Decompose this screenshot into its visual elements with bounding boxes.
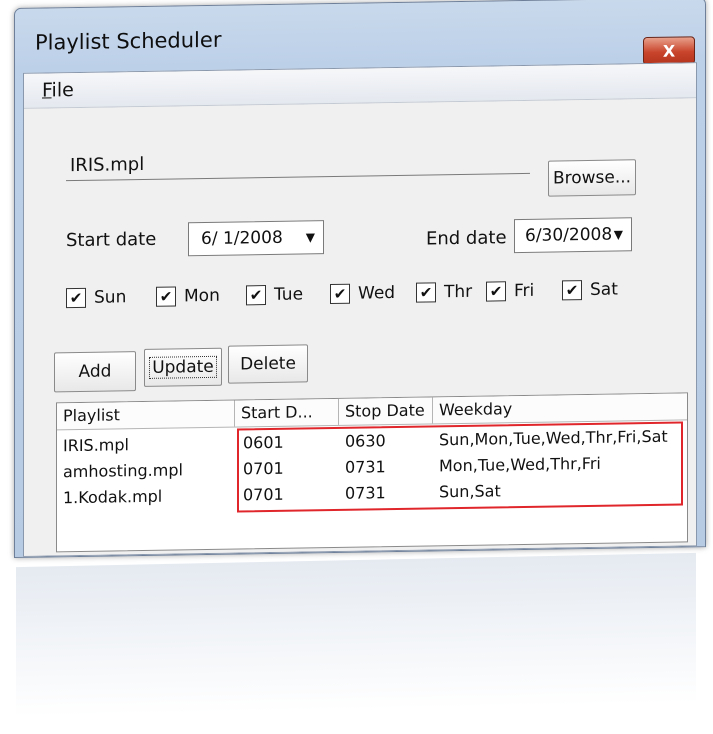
chevron-down-icon[interactable]: ▼ xyxy=(306,221,315,253)
checkbox-tue[interactable]: ✔ Tue xyxy=(246,284,304,306)
close-button[interactable]: X xyxy=(643,36,695,66)
screenshot-stage: Playlist Scheduler X File IRIS.mpl Brows… xyxy=(0,0,713,734)
checkbox-thr[interactable]: ✔ Thr xyxy=(416,282,472,303)
checkmark-icon[interactable]: ✔ xyxy=(66,287,86,309)
schedule-list[interactable]: Playlist Start D... Stop Date Weekday IR… xyxy=(56,392,688,553)
checkbox-sun[interactable]: ✔ Sun xyxy=(66,287,127,309)
checkmark-icon[interactable]: ✔ xyxy=(156,286,176,307)
column-header-weekday[interactable]: Weekday xyxy=(433,393,687,423)
menu-file-accelerator: F xyxy=(42,79,52,102)
add-button[interactable]: Add xyxy=(54,351,136,393)
checkbox-label: Fri xyxy=(514,280,535,302)
cell-playlist: IRIS.mpl xyxy=(63,435,129,456)
checkbox-label: Mon xyxy=(184,285,220,307)
checkbox-label: Tue xyxy=(274,284,304,305)
menu-file-label: ile xyxy=(51,79,74,102)
menu-file[interactable]: File xyxy=(42,79,74,101)
client-area: File IRIS.mpl Browse... Start date 6/ 1/… xyxy=(23,62,697,557)
update-button-label: Update xyxy=(149,355,217,379)
checkbox-label: Wed xyxy=(358,283,396,304)
playlist-path-field[interactable]: IRIS.mpl xyxy=(66,144,530,182)
checkbox-label: Sun xyxy=(94,287,127,308)
column-header-playlist[interactable]: Playlist xyxy=(57,400,235,430)
end-date-value: 6/30/2008 xyxy=(525,224,613,246)
start-date-label: Start date xyxy=(66,228,157,252)
checkbox-sat[interactable]: ✔ Sat xyxy=(562,280,618,301)
scheduler-panel: IRIS.mpl Browse... Start date 6/ 1/2008 … xyxy=(24,98,696,556)
title-bar[interactable]: Playlist Scheduler X xyxy=(15,0,705,71)
checkmark-icon[interactable]: ✔ xyxy=(246,285,266,306)
checkmark-icon[interactable]: ✔ xyxy=(330,283,350,305)
column-header-start-date[interactable]: Start D... xyxy=(235,398,339,427)
end-date-label: End date xyxy=(426,227,507,250)
checkmark-icon[interactable]: ✔ xyxy=(486,281,506,302)
cell-playlist: amhosting.mpl xyxy=(63,460,183,482)
chevron-down-icon[interactable]: ▼ xyxy=(614,218,623,250)
checkbox-fri[interactable]: ✔ Fri xyxy=(486,281,534,302)
delete-button[interactable]: Delete xyxy=(228,344,308,384)
checkmark-icon[interactable]: ✔ xyxy=(562,280,582,301)
checkbox-mon[interactable]: ✔ Mon xyxy=(156,286,220,307)
checkmark-icon[interactable]: ✔ xyxy=(416,282,436,303)
playlist-scheduler-window: Playlist Scheduler X File IRIS.mpl Brows… xyxy=(14,0,706,558)
start-date-picker[interactable]: 6/ 1/2008 ▼ xyxy=(188,220,324,257)
window-reflection xyxy=(16,552,696,718)
end-date-picker[interactable]: 6/30/2008 ▼ xyxy=(514,217,632,254)
start-date-value: 6/ 1/2008 xyxy=(201,227,283,250)
checkbox-wed[interactable]: ✔ Wed xyxy=(330,283,396,305)
highlight-annotation-box xyxy=(237,421,683,513)
window-title: Playlist Scheduler xyxy=(35,27,222,55)
close-icon: X xyxy=(662,41,676,61)
weekday-checkboxes: ✔ Sun ✔ Mon ✔ Tue ✔ Wed ✔ Thr ✔ Fri ✔ Sa… xyxy=(66,279,666,318)
browse-button[interactable]: Browse... xyxy=(548,159,636,197)
update-button[interactable]: Update xyxy=(144,347,222,387)
checkbox-label: Thr xyxy=(444,281,473,303)
column-header-stop-date[interactable]: Stop Date xyxy=(339,397,433,425)
cell-playlist: 1.Kodak.mpl xyxy=(63,486,163,508)
checkbox-label: Sat xyxy=(590,279,618,300)
